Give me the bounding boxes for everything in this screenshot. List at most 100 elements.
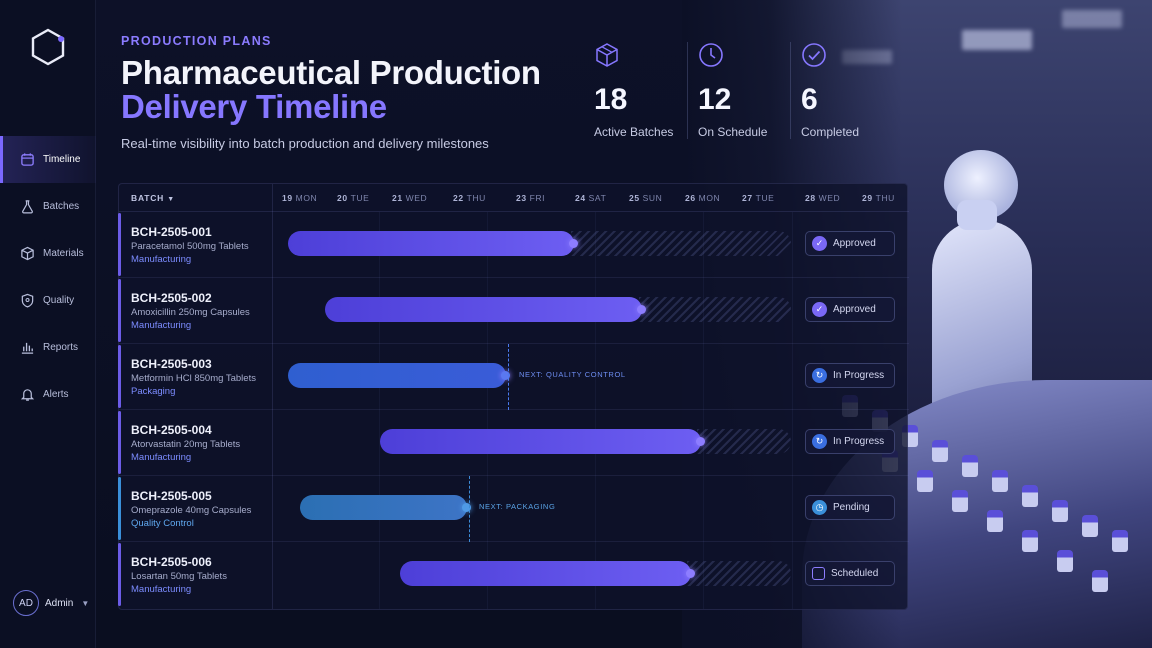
sidebar-item-label: Quality (43, 295, 75, 306)
status-badge[interactable]: Scheduled (805, 561, 895, 586)
page-title-accent: Delivery Timeline (121, 88, 387, 125)
status-badge[interactable]: ↻ In Progress (805, 363, 895, 388)
next-milestone-label: NEXT: QUALITY CONTROL (519, 370, 626, 379)
table-row[interactable]: BCH-2505-004 Atorvastatin 20mg Tablets M… (118, 410, 909, 476)
status-badge[interactable]: ✓ Approved (805, 231, 895, 256)
timeline-board: BATCH ▼ 19 MON 20 TUE 21 WED 22 THU 23 FRI 24… (118, 183, 909, 610)
next-milestone-label: NEXT: PACKAGING (479, 502, 556, 511)
batch-stage: Manufacturing (131, 320, 192, 331)
status-label: Approved (833, 238, 876, 249)
chevron-down-icon: ▼ (81, 598, 90, 608)
status-label: In Progress (833, 436, 885, 447)
row-accent (118, 345, 121, 408)
sidebar-item-timeline[interactable]: Timeline (0, 136, 96, 183)
day-header: 21 WED (392, 193, 428, 203)
stat-label: Completed (801, 125, 860, 139)
flask-icon (22, 200, 33, 214)
avatar: AD (13, 590, 39, 616)
table-row[interactable]: BCH-2505-006 Losartan 50mg Tablets Manuf… (118, 542, 909, 608)
progress-bar[interactable] (288, 363, 510, 388)
stat-value: 18 (594, 83, 628, 116)
cube-icon (596, 43, 618, 67)
app-window: Timeline Batches Materials Quality Repor… (0, 0, 1152, 648)
progress-bar[interactable] (400, 561, 695, 586)
sidebar-item-label: Reports (43, 342, 79, 353)
day-header: 25 SUN (629, 193, 663, 203)
table-row[interactable]: BCH-2505-002 Amoxicillin 250mg Capsules … (118, 278, 909, 344)
sidebar-item-reports[interactable]: Reports (0, 324, 96, 371)
batch-product: Metformin HCl 850mg Tablets (131, 373, 256, 384)
batch-column-label: BATCH (131, 193, 165, 203)
timeline-header: BATCH ▼ 19 MON 20 TUE 21 WED 22 THU 23 FRI 24… (119, 184, 909, 212)
batch-code: BCH-2505-006 (131, 555, 212, 569)
batch-product: Paracetamol 500mg Tablets (131, 241, 249, 252)
remaining-track (687, 561, 791, 586)
progress-handle[interactable] (696, 437, 705, 446)
batch-code: BCH-2505-002 (131, 291, 212, 305)
progress-bar[interactable] (300, 495, 471, 520)
stat-value: 6 (801, 83, 818, 116)
row-accent (118, 279, 121, 342)
check-icon: ✓ (812, 302, 827, 317)
user-name: Admin (45, 597, 74, 609)
progress-handle[interactable] (637, 305, 646, 314)
stat-active-batches: 18 Active Batches (584, 42, 687, 139)
batch-column-header[interactable]: BATCH ▼ (131, 193, 175, 203)
progress-handle[interactable] (569, 239, 578, 248)
remaining-track (639, 297, 791, 322)
status-label: Pending (833, 502, 870, 513)
table-row[interactable]: BCH-2505-005 Omeprazole 40mg Capsules Qu… (118, 476, 909, 542)
page-title: Pharmaceutical Production (121, 54, 541, 91)
check-circle-icon (802, 43, 826, 67)
shield-icon (21, 293, 34, 308)
day-header: 22 THU (453, 193, 486, 203)
progress-bar[interactable] (380, 429, 705, 454)
remaining-track (571, 231, 791, 256)
sidebar-item-quality[interactable]: Quality (0, 277, 96, 324)
day-header: 29 THU (862, 193, 895, 203)
day-header: 24 SAT (575, 193, 607, 203)
hexagon-logo-icon[interactable] (30, 28, 66, 66)
calendar-icon (812, 567, 825, 580)
page-subtitle: Real-time visibility into batch producti… (121, 136, 489, 151)
sidebar-item-materials[interactable]: Materials (0, 230, 96, 277)
bell-icon (20, 389, 35, 401)
sidebar-item-label: Timeline (43, 154, 81, 165)
chevron-down-icon: ▼ (167, 196, 176, 203)
stat-completed: 6 Completed (790, 42, 893, 139)
status-badge[interactable]: ✓ Approved (805, 297, 895, 322)
status-label: Approved (833, 304, 876, 315)
batch-code: BCH-2505-003 (131, 357, 212, 371)
batch-code: BCH-2505-004 (131, 423, 212, 437)
sidebar-item-alerts[interactable]: Alerts (0, 371, 96, 418)
user-menu[interactable]: AD Admin ▼ (13, 590, 89, 616)
sidebar-item-label: Batches (43, 201, 80, 212)
day-header: 20 TUE (337, 193, 370, 203)
table-row[interactable]: BCH-2505-001 Paracetamol 500mg Tablets M… (118, 212, 909, 278)
batch-code: BCH-2505-005 (131, 489, 212, 503)
box-icon (21, 246, 34, 261)
status-badge[interactable]: ↻ In Progress (805, 429, 895, 454)
batch-code: BCH-2505-001 (131, 225, 212, 239)
table-row[interactable]: BCH-2505-003 Metformin HCl 850mg Tablets… (118, 344, 909, 410)
stats-panel: 18 Active Batches 12 On Schedule 6 Compl… (584, 42, 893, 139)
status-label: Scheduled (831, 568, 879, 579)
row-accent (118, 543, 121, 606)
progress-handle[interactable] (686, 569, 695, 578)
progress-bar[interactable] (325, 297, 646, 322)
sidebar-item-label: Materials (43, 248, 84, 259)
batch-stage: Quality Control (131, 518, 194, 529)
stat-on-schedule: 12 On Schedule (687, 42, 790, 139)
stat-label: Active Batches (594, 125, 674, 139)
status-badge[interactable]: ◷ Pending (805, 495, 895, 520)
progress-bar[interactable] (288, 231, 578, 256)
calendar-icon (21, 153, 34, 166)
check-icon: ✓ (812, 236, 827, 251)
remaining-track (697, 429, 791, 454)
day-header: 26 MON (685, 193, 721, 203)
spinner-icon: ↻ (812, 368, 827, 383)
sidebar-item-batches[interactable]: Batches (0, 183, 96, 230)
stat-label: On Schedule (698, 125, 768, 139)
day-header: 19 MON (282, 193, 318, 203)
batch-product: Amoxicillin 250mg Capsules (131, 307, 250, 318)
